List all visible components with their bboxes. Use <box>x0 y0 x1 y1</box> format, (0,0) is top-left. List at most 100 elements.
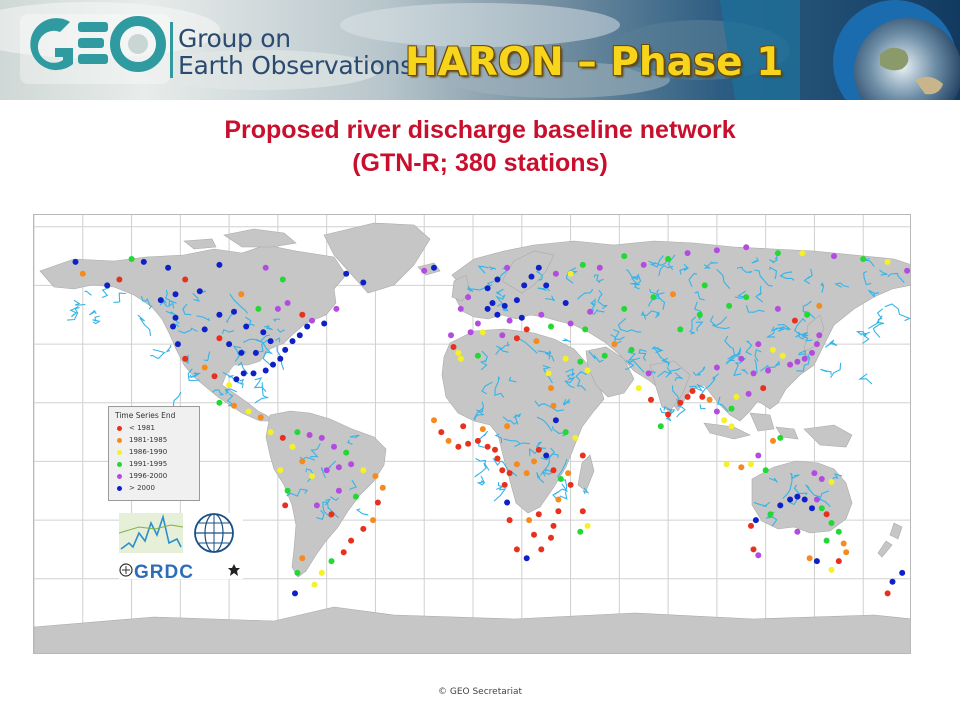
station-marker <box>267 338 274 345</box>
station-marker <box>245 408 252 415</box>
station-marker <box>670 291 676 298</box>
river-line <box>825 339 838 348</box>
station-marker <box>550 467 557 474</box>
world-map: Time Series End < 1981 1981-1985 1986-19… <box>33 214 911 654</box>
legend-title: Time Series End <box>115 411 176 420</box>
station-marker <box>494 455 501 462</box>
slide-title: HARON – Phase 1 <box>405 40 784 85</box>
station-marker <box>760 385 767 392</box>
grdc-label: GRDC <box>134 562 194 583</box>
station-marker <box>755 341 762 348</box>
station-marker <box>523 326 530 333</box>
station-marker <box>72 258 79 265</box>
map-legend: Time Series End < 1981 1981-1985 1986-19… <box>108 406 200 501</box>
station-marker <box>250 370 257 377</box>
station-marker <box>628 346 635 353</box>
station-marker <box>255 305 262 312</box>
station-marker <box>535 264 542 271</box>
station-marker <box>816 332 823 339</box>
station-marker <box>523 470 530 477</box>
station-marker <box>767 511 774 518</box>
station-marker <box>128 256 135 262</box>
station-marker <box>794 358 801 365</box>
station-marker <box>294 429 301 436</box>
station-marker <box>465 294 472 301</box>
station-marker <box>582 326 589 333</box>
station-marker <box>296 332 303 339</box>
river-line <box>113 292 127 303</box>
geo-logo <box>20 14 173 84</box>
station-marker <box>240 370 247 377</box>
station-marker <box>801 496 808 503</box>
station-marker <box>791 317 798 324</box>
river-line <box>474 462 487 478</box>
station-marker <box>621 253 628 260</box>
station-marker <box>360 279 367 286</box>
legend-item: 1986-1990 <box>117 447 167 457</box>
river-line <box>830 362 842 378</box>
station-marker <box>787 361 794 368</box>
legend-swatch <box>117 473 122 479</box>
station-marker <box>140 258 147 265</box>
station-marker <box>421 267 428 274</box>
station-marker <box>787 496 794 503</box>
station-marker <box>157 297 164 304</box>
station-marker <box>765 367 772 374</box>
legend-item-label: < 1981 <box>129 424 155 432</box>
station-marker <box>513 297 520 304</box>
station-marker <box>733 393 740 400</box>
station-marker <box>306 432 313 438</box>
station-marker <box>372 473 379 480</box>
station-marker <box>243 323 250 330</box>
station-marker <box>374 499 381 506</box>
station-marker <box>262 367 269 374</box>
station-marker <box>823 511 830 518</box>
station-marker <box>267 429 274 436</box>
station-marker <box>474 352 481 359</box>
station-marker <box>313 502 320 509</box>
station-marker <box>238 349 245 356</box>
station-marker <box>579 508 586 515</box>
station-marker <box>543 282 550 289</box>
station-marker <box>479 329 486 336</box>
station-marker <box>211 373 218 380</box>
station-marker <box>513 461 520 468</box>
station-marker <box>284 487 291 494</box>
station-marker <box>565 470 572 477</box>
station-marker <box>809 349 815 356</box>
station-marker <box>584 522 591 529</box>
station-marker <box>677 399 684 406</box>
station-marker <box>794 493 801 500</box>
station-marker <box>545 370 552 377</box>
station-marker <box>706 396 713 403</box>
station-marker <box>567 270 574 277</box>
river-line <box>253 377 267 392</box>
station-marker <box>794 528 801 535</box>
station-marker <box>809 505 815 512</box>
station-marker <box>650 294 657 301</box>
station-marker <box>504 423 511 430</box>
station-marker <box>474 437 481 444</box>
station-marker <box>840 540 847 547</box>
station-marker <box>252 349 259 356</box>
river-line <box>88 309 97 316</box>
station-marker <box>226 382 233 389</box>
station-marker <box>587 308 594 315</box>
station-marker <box>504 499 511 506</box>
station-marker <box>816 302 823 309</box>
station-marker <box>743 244 750 251</box>
river-line <box>699 404 706 410</box>
station-marker <box>684 393 691 400</box>
station-marker <box>318 569 325 576</box>
station-marker <box>721 417 728 424</box>
station-marker <box>843 549 850 556</box>
station-marker <box>813 341 820 348</box>
station-marker <box>770 437 776 444</box>
river-line <box>137 314 152 337</box>
station-marker <box>309 317 315 324</box>
station-marker <box>562 429 569 436</box>
river-line <box>92 315 101 325</box>
station-marker <box>343 270 350 277</box>
station-marker <box>579 261 586 268</box>
station-marker <box>450 344 457 350</box>
